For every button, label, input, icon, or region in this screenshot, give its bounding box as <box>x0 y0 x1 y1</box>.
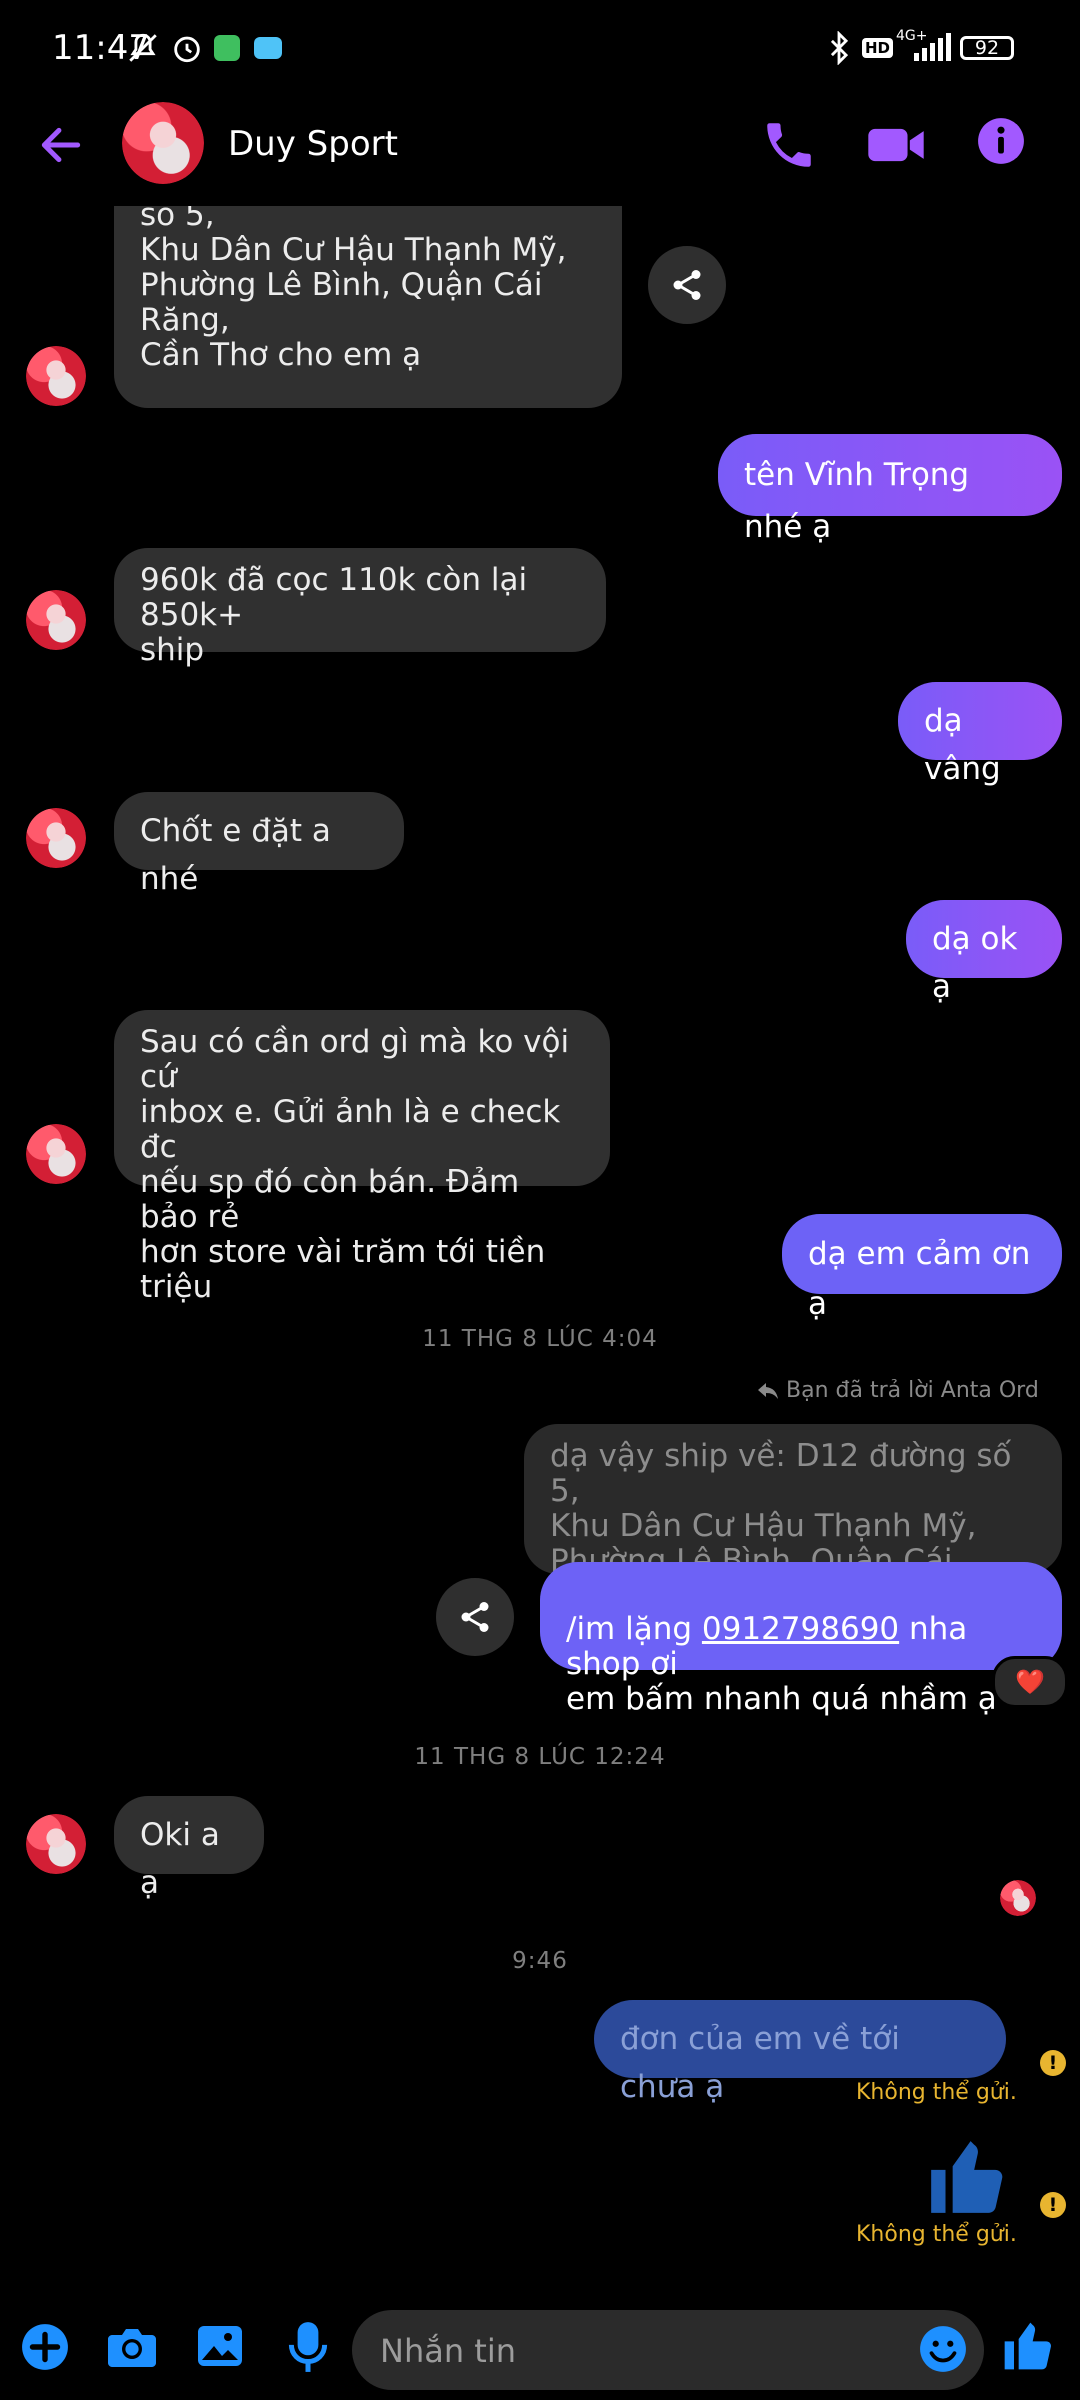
phone-icon <box>767 123 811 167</box>
thumbs-up-sticker[interactable] <box>924 2134 1010 2224</box>
alarm-icon <box>170 30 204 66</box>
sender-avatar[interactable] <box>26 1124 86 1184</box>
thumbs-up-icon <box>1004 2322 1051 2370</box>
message-composer <box>352 2310 984 2392</box>
bluetooth-icon <box>826 30 852 66</box>
reply-label-text: Bạn đã trả lời Anta Ord <box>786 1378 1039 1403</box>
outgoing-message[interactable]: dạ vâng <box>898 682 1062 787</box>
camera-icon <box>108 2329 156 2367</box>
info-icon <box>978 118 1024 164</box>
share-button[interactable] <box>648 246 726 324</box>
share-button[interactable] <box>436 1578 514 1656</box>
incoming-message[interactable]: Chốt e đặt a nhé <box>114 792 404 897</box>
outgoing-message[interactable]: dạ em cảm ơn ạ <box>782 1214 1062 1322</box>
camera-button[interactable] <box>106 2322 158 2376</box>
voice-call-button[interactable] <box>760 116 818 178</box>
outgoing-reply-message[interactable]: /im lặng 0912798690 nha shop ơi em bấm n… <box>540 1562 1062 1717</box>
info-button[interactable] <box>976 116 1026 170</box>
contact-avatar[interactable] <box>122 102 204 184</box>
outgoing-message[interactable]: tên Vĩnh Trọng nhé ạ <box>718 434 1062 545</box>
reply-icon <box>758 1382 778 1399</box>
thumbs-up-icon <box>931 2141 1003 2213</box>
battery-indicator: 92 <box>960 36 1014 60</box>
video-camera-icon <box>868 128 924 162</box>
voice-button[interactable] <box>286 2320 330 2378</box>
status-bar: 11:47 HD 4G+ 92 <box>0 0 1080 96</box>
sender-avatar[interactable] <box>26 346 86 406</box>
hd-icon: HD <box>862 30 894 66</box>
contact-name[interactable]: Duy Sport <box>228 124 398 164</box>
quoted-message[interactable]: dạ vậy ship về: D12 đường số 5, Khu Dân … <box>524 1424 1062 1614</box>
send-error-text: Không thể gửi. <box>856 2080 1017 2105</box>
reply-label: Bạn đã trả lời Anta Ord <box>756 1378 1039 1403</box>
message-notification-icon <box>254 30 282 66</box>
image-icon <box>198 2326 242 2366</box>
seen-avatar <box>1000 1880 1036 1916</box>
emoji-button[interactable] <box>918 2324 968 2378</box>
message-text: /im lặng <box>566 1611 702 1647</box>
incoming-message[interactable]: Sau có cần ord gì mà ko vội cứ inbox e. … <box>114 1010 610 1305</box>
back-arrow-icon <box>41 127 81 163</box>
error-icon[interactable]: ! <box>1040 2050 1066 2076</box>
back-button[interactable] <box>36 120 86 174</box>
sender-avatar[interactable] <box>26 1814 86 1874</box>
outgoing-message[interactable]: dạ ok ạ <box>906 900 1062 1005</box>
timestamp: 9:46 <box>512 1948 568 1974</box>
video-call-button[interactable] <box>866 116 926 178</box>
microphone-icon <box>288 2322 328 2372</box>
failed-outgoing-message[interactable]: đơn của em về tới chưa ạ <box>594 2000 1006 2105</box>
gallery-button[interactable] <box>196 2322 244 2374</box>
signal-icon <box>912 30 952 66</box>
send-error-text: Không thể gửi. <box>856 2222 1017 2247</box>
sender-avatar[interactable] <box>26 590 86 650</box>
message-input[interactable] <box>378 2310 882 2392</box>
timestamp: 11 THG 8 LÚC 4:04 <box>422 1326 658 1352</box>
timestamp: 11 THG 8 LÚC 12:24 <box>414 1744 666 1770</box>
phone-link[interactable]: 0912798690 <box>702 1611 899 1647</box>
share-icon <box>461 1602 489 1632</box>
incoming-message[interactable]: Oki a ạ <box>114 1796 264 1901</box>
heart-reaction[interactable]: ❤️ <box>992 1656 1068 1708</box>
share-icon <box>673 270 701 300</box>
error-icon[interactable]: ! <box>1040 2192 1066 2218</box>
plus-icon <box>22 2324 68 2370</box>
mute-bell-icon <box>126 30 160 66</box>
add-button[interactable] <box>20 2322 70 2376</box>
like-button[interactable] <box>1000 2318 1056 2378</box>
battery-level: 92 <box>974 37 1000 59</box>
smiley-icon <box>920 2326 966 2372</box>
incoming-message[interactable]: 960k đã cọc 110k còn lại 850k+ ship <box>114 548 606 668</box>
conversation-header <box>0 96 1080 206</box>
app-notification-icon <box>214 30 240 66</box>
sender-avatar[interactable] <box>26 808 86 868</box>
